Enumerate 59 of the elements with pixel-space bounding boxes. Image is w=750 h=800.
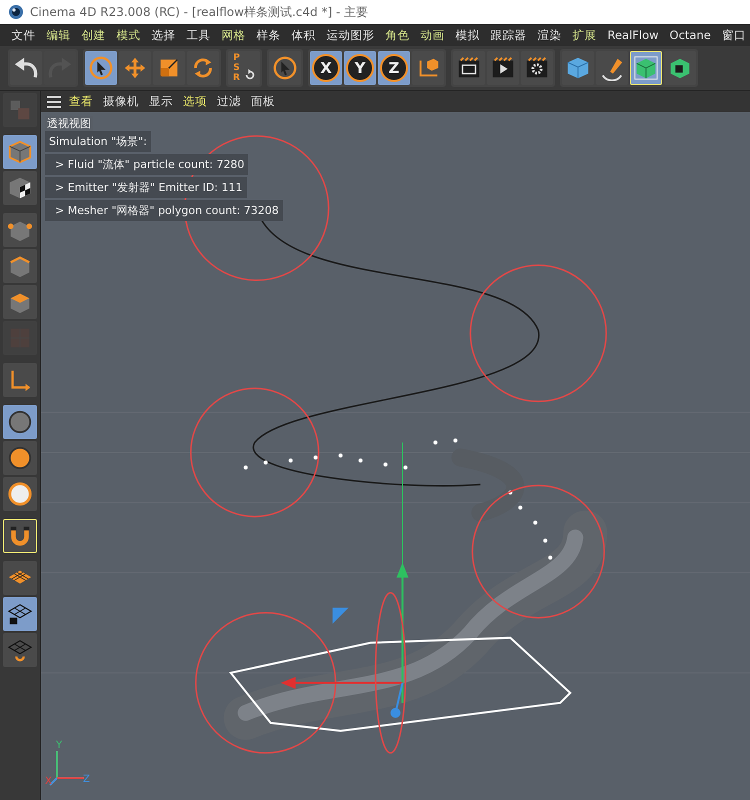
toolbar-button[interactable]: Z bbox=[378, 51, 410, 85]
move-arrows-icon bbox=[122, 55, 148, 81]
toolbar-button[interactable] bbox=[664, 51, 696, 85]
cube-icon bbox=[565, 55, 591, 81]
viewport-menu-item[interactable]: 选项 bbox=[183, 94, 207, 109]
menu-item[interactable]: 体积 bbox=[286, 28, 321, 42]
toolbar-button[interactable] bbox=[596, 51, 628, 85]
camera-label: 透视视图 bbox=[45, 116, 93, 131]
viewport-menu-item[interactable]: 显示 bbox=[149, 94, 173, 109]
mode-button[interactable] bbox=[3, 519, 37, 553]
z-axis-label: Z bbox=[83, 774, 90, 785]
mode-button[interactable] bbox=[3, 171, 37, 205]
menu-item[interactable]: 扩展 bbox=[567, 28, 602, 42]
cage-cube-icon bbox=[633, 55, 659, 81]
cursor-icon bbox=[272, 55, 298, 81]
menu-item[interactable]: 文件 bbox=[6, 28, 41, 42]
model-cube-icon bbox=[7, 139, 33, 165]
reset-arrow-icon bbox=[244, 69, 256, 81]
toolbar-button[interactable] bbox=[10, 51, 42, 85]
menu-item[interactable]: 动画 bbox=[415, 28, 450, 42]
menu-item[interactable]: RealFlow bbox=[602, 28, 664, 42]
menu-item[interactable]: 工具 bbox=[181, 28, 216, 42]
toolbar-button[interactable] bbox=[85, 51, 117, 85]
menu-item[interactable]: 网格 bbox=[216, 28, 251, 42]
toolbar-button[interactable] bbox=[487, 51, 519, 85]
mode-button[interactable] bbox=[3, 633, 37, 667]
window-title: Cinema 4D R23.008 (RC) - [realflow样条测试.c4d *] - 主要 bbox=[30, 4, 368, 20]
menu-item[interactable]: 窗口 bbox=[716, 28, 750, 42]
mode-button[interactable] bbox=[3, 477, 37, 511]
menu-item[interactable]: 样条 bbox=[251, 28, 286, 42]
menu-item[interactable]: Octane bbox=[664, 28, 716, 42]
menu-item[interactable]: 角色 bbox=[380, 28, 415, 42]
menu-item[interactable]: 编辑 bbox=[41, 28, 76, 42]
menu-item[interactable]: 渲染 bbox=[532, 28, 567, 42]
y-axis-label: Y bbox=[56, 740, 62, 751]
menu-item[interactable]: 模拟 bbox=[450, 28, 485, 42]
menu-item[interactable]: 创建 bbox=[76, 28, 111, 42]
viewport-menu-item[interactable]: 摄像机 bbox=[103, 94, 139, 109]
menu-item[interactable]: 跟踪器 bbox=[485, 28, 532, 42]
menu-icon[interactable] bbox=[47, 96, 61, 108]
grid-rotate-icon bbox=[7, 637, 33, 663]
viewport-menu-item[interactable]: 过滤 bbox=[217, 94, 241, 109]
menu-item[interactable]: 运动图形 bbox=[321, 28, 380, 42]
cursor-icon bbox=[88, 55, 114, 81]
viewport-menu-item[interactable]: 面板 bbox=[251, 94, 275, 109]
menu-item[interactable]: 选择 bbox=[146, 28, 181, 42]
toolbar-button[interactable]: PSR bbox=[228, 51, 260, 85]
menu-item[interactable]: 模式 bbox=[111, 28, 146, 42]
mode-button[interactable] bbox=[3, 597, 37, 631]
toolbar-button[interactable]: X bbox=[310, 51, 342, 85]
checker-cube-icon bbox=[7, 175, 33, 201]
toolbar-button[interactable] bbox=[269, 51, 301, 85]
sphere-logo-icon bbox=[8, 4, 24, 20]
x-axis-label: X bbox=[45, 776, 52, 787]
grid-lock-icon bbox=[7, 601, 33, 627]
viewport-menu-item[interactable]: 查看 bbox=[69, 94, 93, 109]
toolbar-button[interactable]: Y bbox=[344, 51, 376, 85]
toolbar-button[interactable] bbox=[521, 51, 553, 85]
toolbar-button[interactable] bbox=[453, 51, 485, 85]
